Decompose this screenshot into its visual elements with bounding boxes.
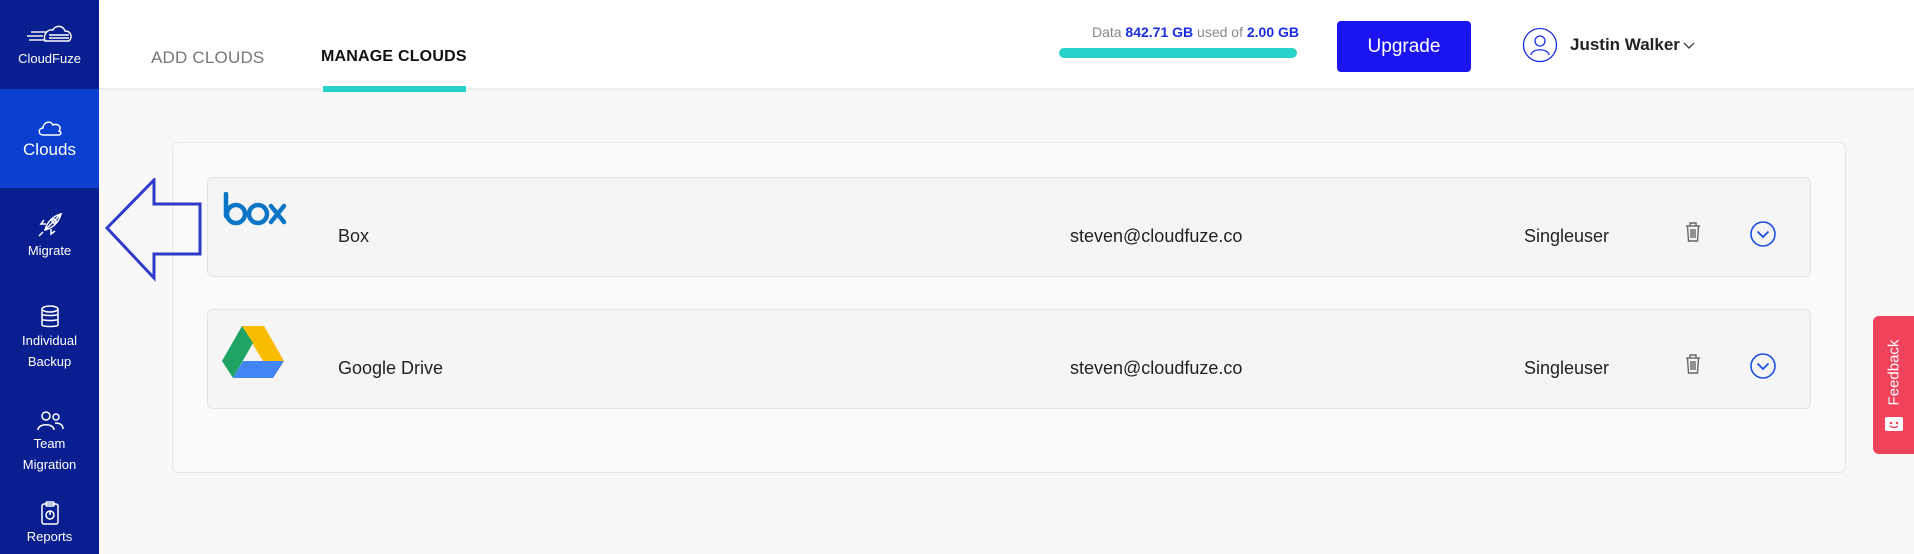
cloud-name: Google Drive: [338, 358, 444, 378]
sidebar-item-reports[interactable]: Reports: [0, 490, 99, 554]
cloud-email: steven@cloudfuze.co: [1070, 226, 1243, 246]
brand-name: CloudFuze: [18, 51, 81, 66]
chevron-down-icon: [1683, 42, 1695, 49]
sidebar-item-label: Team Migration: [22, 436, 77, 472]
feedback-label: Feedback: [1885, 339, 1902, 406]
expand-chevron-icon[interactable]: [1749, 352, 1777, 380]
user-menu[interactable]: Justin Walker: [1522, 27, 1696, 63]
chat-face-icon: [1885, 417, 1903, 431]
storage-usage-bar: [1059, 48, 1297, 58]
sidebar-item-label: Migrate: [27, 242, 72, 258]
expand-chevron-icon[interactable]: [1749, 220, 1777, 248]
sidebar-item-clouds[interactable]: Clouds: [0, 89, 99, 188]
cloudfuze-logo-icon: [26, 25, 72, 42]
user-avatar-icon: [1522, 27, 1558, 63]
google-drive-logo-icon: [222, 326, 284, 378]
usage-total: 2.00 GB: [1246, 24, 1299, 40]
clipboard-icon: [40, 501, 59, 525]
storage-usage: Data 842.71 GB used of 2.00 GB: [1059, 24, 1299, 58]
top-bar: ADD CLOUDS MANAGE CLOUDS Data 842.71 GB …: [99, 0, 1914, 92]
active-tab-indicator: [323, 86, 466, 92]
user-name: Justin Walker: [1570, 35, 1680, 54]
sidebar: CloudFuze Clouds Migrate Individual Back…: [0, 0, 99, 554]
annotation-arrow-icon: [104, 178, 202, 282]
cloud-email: steven@cloudfuze.co: [1070, 358, 1243, 378]
sidebar-item-team-migration[interactable]: Team Migration: [0, 394, 99, 490]
usage-used: 842.71 GB: [1125, 24, 1194, 40]
upgrade-button[interactable]: Upgrade: [1337, 21, 1471, 72]
trash-icon[interactable]: [1684, 221, 1702, 243]
clouds-panel: Box steven@cloudfuze.co Singleuser Googl…: [172, 142, 1846, 473]
sidebar-item-individual-backup[interactable]: Individual Backup: [0, 282, 99, 394]
cloud-row: Box steven@cloudfuze.co Singleuser: [207, 177, 1811, 277]
tab-add-clouds[interactable]: ADD CLOUDS: [151, 48, 264, 68]
sidebar-item-label: Individual Backup: [22, 333, 77, 369]
cloud-row: Google Drive steven@cloudfuze.co Singleu…: [207, 309, 1811, 409]
usage-prefix: Data: [1091, 24, 1122, 40]
usage-middle: used of: [1197, 24, 1243, 40]
users-icon: [36, 411, 64, 431]
storage-usage-text: Data 842.71 GB used of 2.00 GB: [1059, 24, 1299, 40]
sidebar-item-label: Clouds: [23, 140, 76, 159]
cloud-type: Singleuser: [1524, 226, 1610, 246]
sidebar-item-migrate[interactable]: Migrate: [0, 188, 99, 282]
brand[interactable]: CloudFuze: [0, 0, 99, 89]
database-icon: [40, 305, 59, 328]
rocket-icon: [37, 212, 62, 237]
cloud-name: Box: [338, 226, 370, 246]
cloud-type: Singleuser: [1524, 358, 1610, 378]
box-logo-icon: [223, 192, 287, 226]
feedback-tab[interactable]: Feedback: [1873, 316, 1914, 454]
sidebar-item-label: Reports: [26, 529, 73, 544]
cloud-icon: [38, 121, 62, 136]
trash-icon[interactable]: [1684, 353, 1702, 375]
tab-manage-clouds[interactable]: MANAGE CLOUDS: [321, 48, 467, 66]
